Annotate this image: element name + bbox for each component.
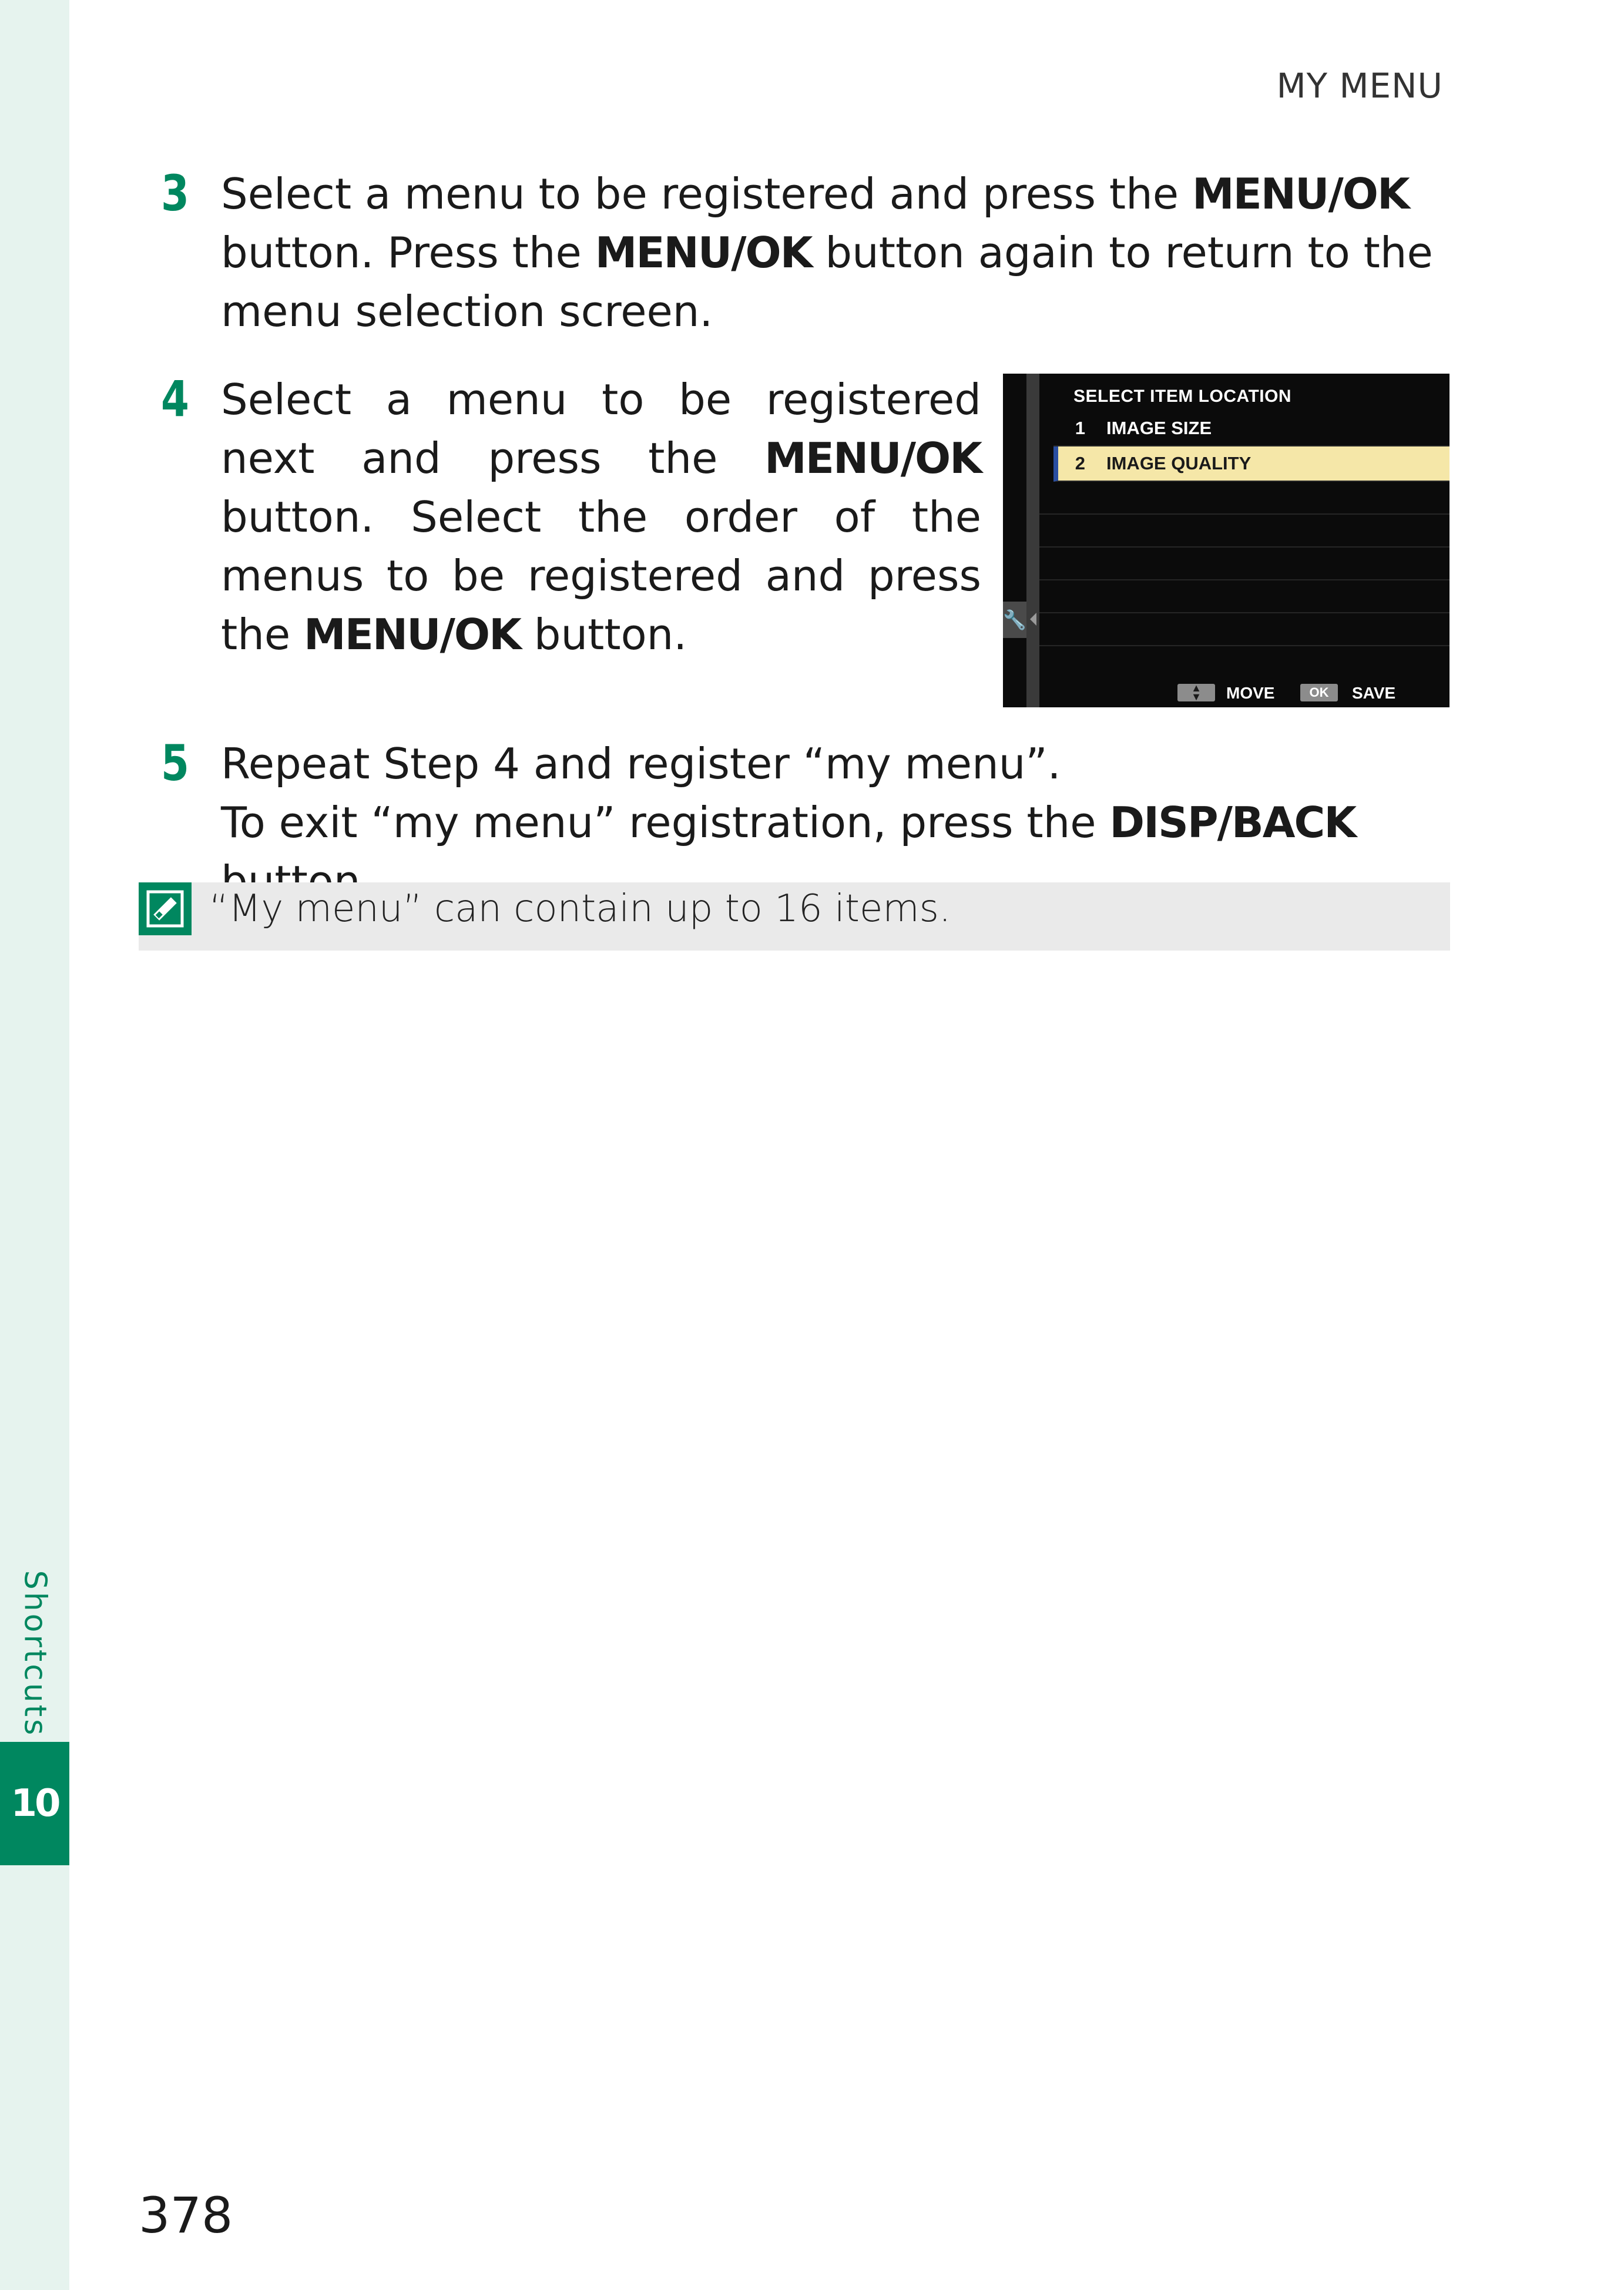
screen-title: SELECT ITEM LOCATION [1073,387,1292,406]
page-number: 378 [139,2187,233,2244]
divider [1039,579,1449,580]
step-text: Select a menu to be registered next and … [221,370,982,664]
step-4: 4 Select a menu to be registered next an… [161,370,982,664]
keyword-menu-ok: MENU/OK [764,434,982,483]
keyword-disp-back: DISP/BACK [1109,798,1357,847]
divider [1039,546,1449,548]
step-number: 4 [161,370,189,428]
step-text: Select a menu to be registered and press… [221,164,1457,341]
chapter-title: Shortcuts [17,1570,53,1738]
memo-icon [139,882,192,935]
step-number: 3 [161,164,189,222]
screen-footer: ▲ ▼ MOVE OK SAVE [1003,680,1449,707]
text-run: Repeat Step 4 and register “my menu”. [221,739,1061,788]
divider [1039,612,1449,613]
save-label: SAVE [1352,684,1396,702]
menu-rail [1026,374,1039,707]
chapter-number-tab: 10 [0,1742,69,1865]
menu-item-image-size: 1 IMAGE SIZE [1053,411,1449,446]
up-down-arrows-icon: ▲ ▼ [1177,683,1215,702]
section-header: MY MENU [1276,66,1443,106]
keyword-menu-ok: MENU/OK [595,228,813,277]
text-run: To exit “my menu” registration, press th… [221,798,1110,847]
step-number: 5 [161,734,189,792]
ok-button-icon: OK [1300,684,1338,701]
keyword-menu-ok: MENU/OK [1192,169,1410,219]
text-run: button. [520,610,687,659]
text-run: Select a menu to be registered and press… [221,169,1192,219]
keyword-menu-ok: MENU/OK [304,610,522,659]
chevron-left-icon [1030,613,1036,626]
item-number: 2 [1075,453,1085,474]
chapter-side-label: Shortcuts [8,1570,61,1738]
step-3: 3 Select a menu to be registered and pre… [161,164,1457,341]
divider [1039,645,1449,646]
item-number: 1 [1075,418,1085,438]
wrench-icon: 🔧 [1003,602,1026,638]
note-text: “My menu” can contain up to 16 items. [209,887,951,931]
move-label: MOVE [1226,684,1275,702]
menu-item-image-quality: 2 IMAGE QUALITY [1053,446,1449,482]
camera-screen-illustration: 🔧 SELECT ITEM LOCATION 1 IMAGE SIZE 2 IM… [1003,374,1449,707]
item-label: IMAGE QUALITY [1106,453,1251,474]
divider [1039,513,1449,515]
item-label: IMAGE SIZE [1106,418,1212,438]
note-box: “My menu” can contain up to 16 items. [139,882,1450,951]
side-strip [0,0,69,2290]
text-run: button. Press the [221,228,595,277]
